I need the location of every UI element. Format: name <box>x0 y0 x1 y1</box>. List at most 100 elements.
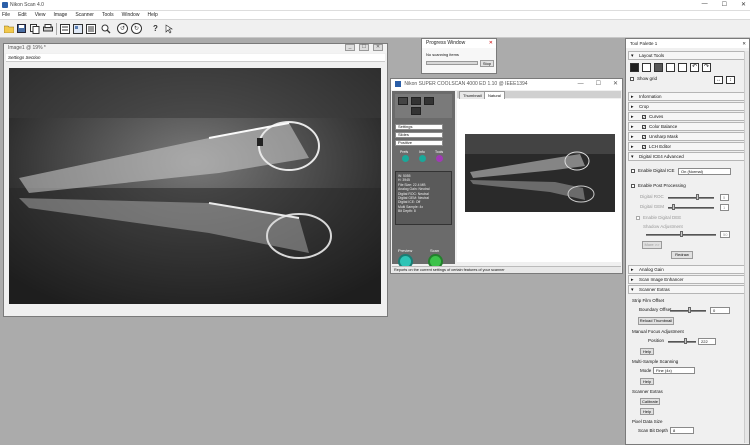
show-grid-checkbox[interactable] <box>630 77 634 81</box>
section-analog-gain[interactable]: ▸ Analog Gain <box>628 265 748 274</box>
digital-gem-value[interactable]: 1 <box>720 204 729 211</box>
grid-icon[interactable] <box>411 97 421 105</box>
image-close-button[interactable]: ✕ <box>373 44 383 51</box>
reload-thumbnail-button[interactable]: Reload Thumbnail <box>638 317 674 325</box>
menu-file[interactable]: File <box>2 11 10 19</box>
close-button[interactable]: ✕ <box>741 1 746 8</box>
minimize-button[interactable]: — <box>702 1 708 8</box>
digital-gem-thumb[interactable] <box>672 204 675 210</box>
print-icon[interactable] <box>42 23 53 34</box>
section-scan-image-enhancer[interactable]: ▸ Scan Image Enhancer <box>628 275 748 284</box>
image-minimize-button[interactable]: _ <box>345 44 355 51</box>
multi-sample-help-button[interactable]: Help <box>640 378 654 385</box>
layout-tools-header[interactable]: ▾ Layout Tools <box>628 51 748 60</box>
menu-edit[interactable]: Edit <box>18 11 27 19</box>
rotate-right-icon[interactable]: ↻ <box>131 23 142 34</box>
more-button[interactable]: More >> <box>642 241 662 249</box>
curves-checkbox[interactable]: ✓ <box>642 115 646 119</box>
prefs-icon[interactable] <box>402 155 409 162</box>
digital-roc-thumb[interactable] <box>696 194 699 200</box>
section-color-balance[interactable]: ▸ ✓ Color Balance <box>628 122 748 131</box>
scanner-minimize-button[interactable]: — <box>578 79 584 90</box>
boundary-offset-thumb[interactable] <box>688 307 691 313</box>
redo-icon[interactable]: ↷ <box>702 63 711 72</box>
image-window-title[interactable]: Image1 @ 19% * _ ☐ ✕ <box>4 44 387 53</box>
select-tool-icon[interactable] <box>630 63 639 72</box>
flip-vertical-icon[interactable]: ↕ <box>726 76 735 84</box>
enable-dee-checkbox[interactable] <box>636 216 640 220</box>
section-digital-ice[interactable]: ▾ Digital ICE4 Advanced <box>628 152 748 161</box>
flip-horizontal-icon[interactable]: ↔ <box>714 76 723 84</box>
tools-icon[interactable] <box>436 155 443 162</box>
section-scanner-extras[interactable]: ▾ Scanner Extras <box>628 285 748 294</box>
scanner-close-button[interactable]: ✕ <box>613 79 618 90</box>
copy-icon[interactable] <box>29 23 40 34</box>
unsharp-mask-checkbox[interactable]: ✓ <box>642 135 646 139</box>
section-curves[interactable]: ▸ ✓ Curves <box>628 112 748 121</box>
open-icon[interactable] <box>3 23 14 34</box>
progress-bar <box>426 61 478 65</box>
rotate-left-icon[interactable]: ↺ <box>117 23 128 34</box>
scan-bit-depth-dropdown[interactable]: 8 <box>670 427 694 434</box>
tool-palette-scrollbar[interactable] <box>744 51 749 443</box>
context-help-icon[interactable] <box>164 23 175 34</box>
maximize-button[interactable]: ☐ <box>722 1 727 8</box>
settings-section-bar[interactable]: Settings Section <box>6 54 385 62</box>
focus-position-thumb[interactable] <box>684 338 687 344</box>
extras-help-button[interactable]: Help <box>640 408 654 415</box>
save-icon[interactable] <box>16 23 27 34</box>
calibrate-button[interactable]: Calibrate <box>640 398 660 405</box>
color-icon[interactable] <box>424 97 434 105</box>
lch-editor-checkbox[interactable]: ✓ <box>642 145 646 149</box>
enable-post-processing-checkbox[interactable] <box>631 184 635 188</box>
crop-icon[interactable] <box>411 107 421 115</box>
multi-sample-mode-dropdown[interactable]: Fine (4x) <box>653 367 695 374</box>
section-unsharp-mask[interactable]: ▸ ✓ Unsharp Mask <box>628 132 748 141</box>
shadow-adjustment-thumb[interactable] <box>680 231 683 237</box>
enable-ice-checkbox[interactable] <box>631 169 635 173</box>
zoom-tool-icon[interactable] <box>678 63 687 72</box>
tool-palette-close-button[interactable]: ✕ <box>742 39 746 48</box>
scanner-maximize-button[interactable]: ☐ <box>596 79 601 90</box>
scanner-window-title[interactable]: Nikon SUPER COOLSCAN 4000 ED 1.10 @ IEEE… <box>391 79 622 90</box>
color-balance-checkbox[interactable]: ✓ <box>642 125 646 129</box>
info-icon[interactable] <box>419 155 426 162</box>
progress-close-button[interactable]: ✕ <box>489 39 493 48</box>
redraw-button[interactable]: Redraw <box>671 251 693 259</box>
settings-dropdown[interactable]: Settings <box>395 124 443 130</box>
browser-icon[interactable] <box>72 23 83 34</box>
stop-button[interactable]: Stop <box>480 60 494 67</box>
menu-help[interactable]: Help <box>147 11 157 19</box>
undo-icon[interactable]: ↶ <box>690 63 699 72</box>
menu-view[interactable]: View <box>35 11 46 19</box>
boundary-offset-value[interactable]: 0 <box>710 307 730 314</box>
settings-section-label: Settings Section <box>8 55 41 60</box>
prefs-icon[interactable] <box>59 23 70 34</box>
focus-position-value[interactable]: 222 <box>698 338 716 345</box>
crop-tool-icon[interactable] <box>642 63 651 72</box>
section-lch-editor[interactable]: ▸ ✓ LCH Editor <box>628 142 748 151</box>
menu-tools[interactable]: Tools <box>102 11 114 19</box>
section-information[interactable]: ▸ Information <box>628 92 748 101</box>
menu-scanner[interactable]: Scanner <box>75 11 94 19</box>
menu-image[interactable]: Image <box>53 11 67 19</box>
digital-roc-value[interactable]: 5 <box>720 194 729 201</box>
section-crop[interactable]: ▸ Crop <box>628 102 748 111</box>
film-type-dropdown[interactable]: Slides <box>395 132 443 138</box>
film-mode-dropdown[interactable]: Positive <box>395 140 443 146</box>
tool-palette-title[interactable]: Tool Palette 1 ✕ <box>626 39 749 48</box>
shadow-adjustment-value[interactable]: 50 <box>720 231 730 238</box>
progress-window-title[interactable]: Progress Window ✕ <box>422 39 496 48</box>
image-maximize-button[interactable]: ☐ <box>359 44 369 51</box>
hand-tool-icon[interactable] <box>666 63 675 72</box>
zoom-icon[interactable] <box>100 23 111 34</box>
focus-help-button[interactable]: Help <box>640 348 654 355</box>
menu-window[interactable]: Window <box>122 11 140 19</box>
film-type-icon[interactable] <box>398 97 408 105</box>
digital-roc-slider[interactable] <box>668 197 714 199</box>
ice-mode-dropdown[interactable]: On (Normal) <box>678 168 731 175</box>
focus-position-slider[interactable] <box>668 341 696 343</box>
help-icon[interactable]: ? <box>150 23 161 34</box>
layout-icon[interactable] <box>85 23 96 34</box>
marquee-tool-icon[interactable] <box>654 63 663 72</box>
